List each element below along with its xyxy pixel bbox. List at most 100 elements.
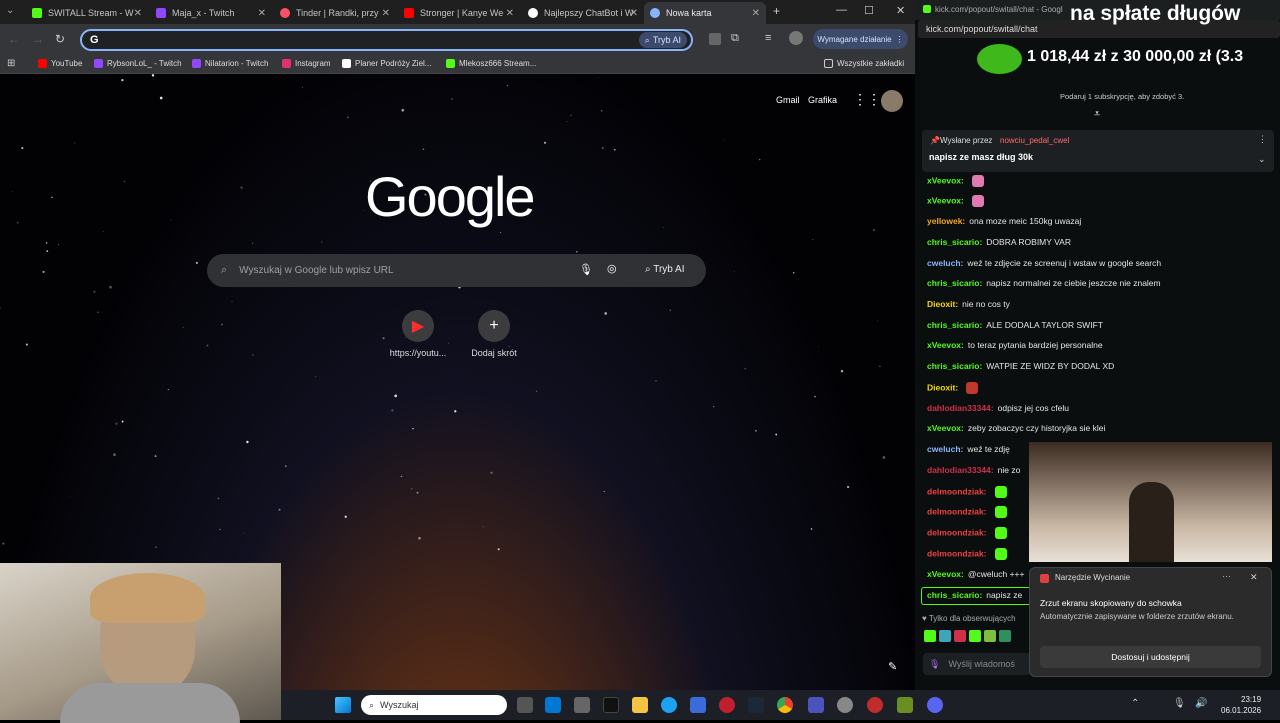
media-icon[interactable]: ≡	[765, 32, 771, 44]
close-icon[interactable]: ✕	[258, 8, 266, 19]
chat-username[interactable]: cweluch:	[927, 444, 963, 454]
chat-username[interactable]: xVeevox:	[927, 195, 964, 205]
omnibox-ai-mode-button[interactable]: ⌕ Tryb AI	[638, 32, 687, 48]
volume-icon[interactable]: 🔊	[1195, 698, 1207, 709]
gmail-link[interactable]: Gmail	[776, 95, 800, 105]
tab-new-tab[interactable]: Nowa karta ✕	[644, 2, 766, 24]
search-input[interactable]: Wyszukaj w Google lub wpisz URL	[239, 265, 393, 276]
outlook-icon[interactable]	[545, 697, 561, 713]
profile-avatar[interactable]	[789, 31, 803, 45]
store-icon[interactable]	[574, 697, 590, 713]
customize-pencil-icon[interactable]: ✎	[888, 660, 897, 673]
close-icon[interactable]: ✕	[752, 8, 760, 19]
more-options-icon[interactable]: ⋯	[1222, 571, 1231, 582]
tab-maja[interactable]: Maja_x - Twitch ✕	[150, 2, 272, 24]
chat-username[interactable]: delmoondziak:	[927, 506, 987, 516]
chat-username[interactable]: Dieoxit:	[927, 382, 958, 392]
opera-icon[interactable]	[719, 697, 735, 713]
tab-youtube[interactable]: Stronger | Kanye We ✕	[398, 2, 520, 24]
microphone-icon[interactable]: 🎙	[1173, 698, 1186, 709]
chat-username[interactable]: chris_sicario:	[927, 237, 982, 247]
chat-username[interactable]: xVeevox:	[927, 175, 964, 185]
shortcut-youtube[interactable]: ▶ https://youtu...	[383, 310, 453, 358]
chevron-down-icon[interactable]: ⌄	[1258, 154, 1266, 165]
ntp-search-box[interactable]: ⌕ Wyszukaj w Google lub wpisz URL 🎙 ◎ ⌕ …	[207, 254, 706, 287]
apps-grid-icon[interactable]: ⊞	[7, 58, 15, 69]
bookmark-mlekosz[interactable]: Mlekosz666 Stream...	[446, 59, 536, 68]
chat-username[interactable]: delmoondziak:	[927, 486, 987, 496]
emote-icon[interactable]	[984, 630, 996, 642]
minimize-icon[interactable]: —	[836, 4, 847, 16]
shortcut-add[interactable]: + Dodaj skrót	[459, 310, 529, 358]
file-explorer-icon[interactable]	[632, 697, 648, 713]
clock[interactable]: 23:19 06.01.2026	[1221, 694, 1261, 716]
microphone-icon[interactable]: 🎙	[929, 659, 940, 670]
emote-icon[interactable]	[924, 630, 936, 642]
all-bookmarks[interactable]: Wszystkie zakładki	[824, 59, 904, 68]
action-required-button[interactable]: Wymagane działanie ⋮	[813, 29, 908, 49]
discord-icon[interactable]	[927, 697, 943, 713]
pinned-message[interactable]: 📌 Wysłane przez nowciu_pedal_cwel napisz…	[922, 130, 1274, 172]
bookmark-planer[interactable]: Planer Podróży Ziel...	[342, 59, 431, 68]
minecraft-icon[interactable]	[897, 697, 913, 713]
bookmark-rybsonlol[interactable]: RybsonLoL_ - Twitch	[94, 59, 182, 68]
close-icon[interactable]: ✕	[506, 8, 514, 19]
chat-username[interactable]: xVeevox:	[927, 569, 964, 579]
google-apps-icon[interactable]: ⋮⋮	[853, 91, 881, 108]
chat-username[interactable]: yellowek:	[927, 216, 965, 226]
task-view-icon[interactable]	[517, 697, 533, 713]
close-icon[interactable]: ✕	[382, 8, 390, 19]
chat-username[interactable]: chris_sicario:	[927, 320, 982, 330]
close-icon[interactable]: ✕	[134, 8, 142, 19]
account-avatar[interactable]	[881, 90, 903, 112]
chat-username[interactable]: chris_sicario:	[927, 361, 982, 371]
tab-search-chevron-icon[interactable]: ⌄	[6, 5, 14, 16]
steam-icon[interactable]	[748, 697, 764, 713]
taskbar-search[interactable]: ⌕ Wyszukaj	[361, 695, 507, 715]
settings-gear-icon[interactable]	[837, 697, 853, 713]
tray-chevron-icon[interactable]: ⌃	[1131, 698, 1139, 709]
tiktok-icon[interactable]	[603, 697, 619, 713]
chrome-icon[interactable]	[777, 697, 793, 713]
emote-icon[interactable]	[939, 630, 951, 642]
extension-icon[interactable]	[709, 33, 721, 45]
chat-username[interactable]: delmoondziak:	[927, 527, 987, 537]
back-icon[interactable]: ←	[8, 32, 20, 46]
bookmark-youtube[interactable]: YouTube	[38, 59, 82, 68]
emote-icon[interactable]	[954, 630, 966, 642]
ntp-ai-mode-button[interactable]: ⌕ Tryb AI	[645, 264, 685, 275]
bookmark-nilatarion[interactable]: Nilatarion - Twitch	[192, 59, 268, 68]
chat-username[interactable]: cweluch:	[927, 258, 963, 268]
chat-username[interactable]: xVeevox:	[927, 340, 964, 350]
customize-and-share-button[interactable]: Dostosuj i udostępnij	[1040, 646, 1261, 668]
chat-username[interactable]: chris_sicario:	[927, 278, 982, 288]
omnibox[interactable]: G ⌕ Tryb AI	[80, 29, 693, 51]
chat-username[interactable]: dahlodian33344:	[927, 465, 994, 475]
chat-input[interactable]: 🎙 Wyślij wiadomoś	[923, 653, 1031, 675]
chat-username[interactable]: dahlodian33344:	[927, 403, 994, 413]
lens-icon[interactable]: ◎	[607, 262, 617, 275]
emote-icon[interactable]	[999, 630, 1011, 642]
tab-chatbot[interactable]: Najlepszy ChatBot i W ✕	[522, 2, 644, 24]
close-icon[interactable]: ✕	[630, 8, 638, 19]
chat-username[interactable]: xVeevox:	[927, 423, 964, 433]
windows-start-icon[interactable]	[335, 697, 351, 713]
app-icon[interactable]	[690, 697, 706, 713]
chat-username[interactable]: delmoondziak:	[927, 548, 987, 558]
forward-icon[interactable]: →	[32, 32, 44, 46]
chat-username[interactable]: Dieoxit:	[927, 299, 958, 309]
window-close-icon[interactable]: ✕	[896, 4, 905, 17]
close-icon[interactable]: ✕	[1250, 572, 1258, 583]
collapse-icon[interactable]: ⩡	[1094, 108, 1100, 121]
tab-tinder[interactable]: Tinder | Randki, przy ✕	[274, 2, 396, 24]
new-tab-plus-icon[interactable]: +	[773, 4, 780, 18]
bookmark-instagram[interactable]: Instagram	[282, 59, 331, 68]
app-icon[interactable]	[867, 697, 883, 713]
tab-switall[interactable]: SWITALL Stream - W ✕	[26, 2, 148, 24]
teams-icon[interactable]	[808, 697, 824, 713]
images-link[interactable]: Grafika	[808, 95, 837, 105]
microphone-icon[interactable]: 🎙	[579, 263, 593, 276]
menu-dots-icon[interactable]: ⋮	[1258, 134, 1267, 145]
maximize-icon[interactable]: ☐	[864, 4, 874, 17]
puzzle-icon[interactable]: ⧉	[731, 32, 739, 45]
